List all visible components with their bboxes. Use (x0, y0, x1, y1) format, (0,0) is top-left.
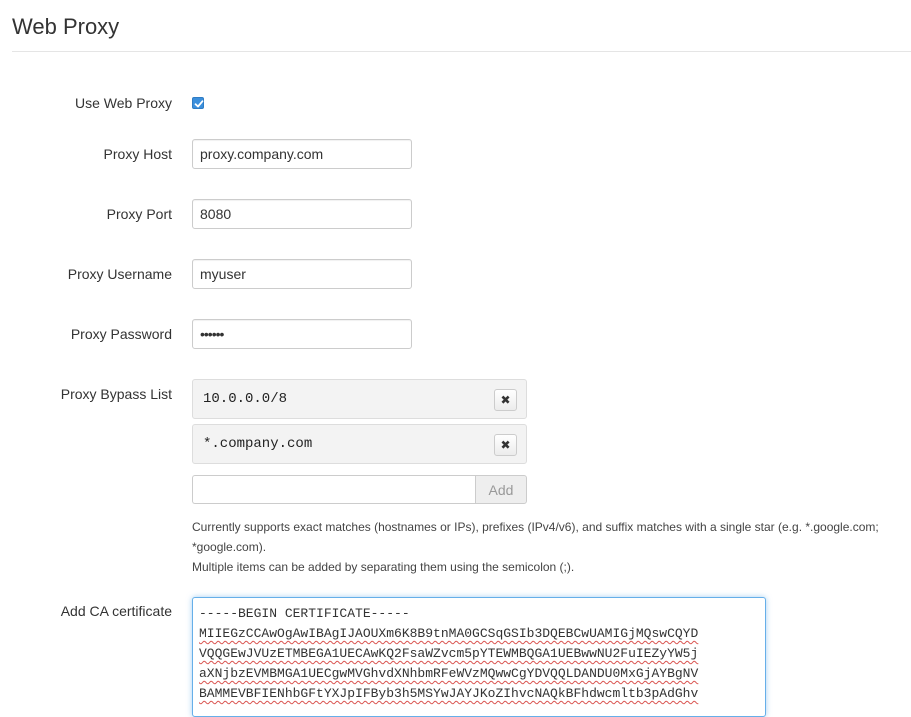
checkmark-icon (194, 100, 204, 108)
proxy-port-label: Proxy Port (106, 206, 172, 222)
proxy-bypass-list-label: Proxy Bypass List (60, 386, 172, 402)
ca-certificate-textarea[interactable]: -----BEGIN CERTIFICATE----- MIIEGzCCAwOg… (192, 597, 766, 717)
use-web-proxy-checkbox[interactable] (192, 97, 204, 109)
bypass-list-item: 10.0.0.0/8 ✖ (192, 379, 527, 419)
close-icon: ✖ (500, 438, 511, 452)
bypass-item-value: 10.0.0.0/8 (203, 391, 288, 407)
cert-line: MIIEGzCCAwOgAwIBAgIJAOUXm6K8B9tnMA0GCSqG… (199, 626, 699, 641)
cert-line: -----BEGIN CERTIFICATE----- (199, 606, 410, 621)
proxy-host-label: Proxy Host (103, 146, 172, 162)
cert-line: aXNjbzEVMBMGA1UECgwMVGhvdXNhbmRFeWVzMQww… (199, 666, 699, 681)
remove-bypass-item-button[interactable]: ✖ (494, 389, 517, 411)
proxy-password-label: Proxy Password (70, 326, 172, 342)
close-icon: ✖ (500, 393, 511, 407)
bypass-help-text: Currently supports exact matches (hostna… (192, 517, 892, 577)
bypass-help-line: Currently supports exact matches (hostna… (192, 520, 879, 554)
proxy-username-label: Proxy Username (67, 266, 172, 282)
cert-line: BAMMEVBFIENhbGFtYXJpIFByb3h5MSYwJAYJKoZI… (199, 686, 699, 701)
title-divider (12, 51, 911, 52)
use-web-proxy-label: Use Web Proxy (75, 95, 172, 111)
bypass-list-item: *.company.com ✖ (192, 424, 527, 464)
add-bypass-group: Add (192, 475, 527, 504)
ca-certificate-label: Add CA certificate (60, 603, 172, 619)
bypass-item-value: *.company.com (203, 436, 313, 452)
page-title: Web Proxy (12, 14, 120, 39)
proxy-username-input[interactable] (192, 259, 412, 289)
bypass-help-line: Multiple items can be added by separatin… (192, 560, 575, 574)
add-bypass-button[interactable]: Add (475, 475, 527, 504)
proxy-host-input[interactable] (192, 139, 412, 169)
new-bypass-input[interactable] (192, 475, 476, 504)
proxy-password-input[interactable] (192, 319, 412, 349)
cert-line: VQQGEwJVUzETMBEGA1UECAwKQ2FsaWZvcm5pYTEW… (199, 646, 699, 661)
proxy-port-input[interactable] (192, 199, 412, 229)
remove-bypass-item-button[interactable]: ✖ (494, 434, 517, 456)
